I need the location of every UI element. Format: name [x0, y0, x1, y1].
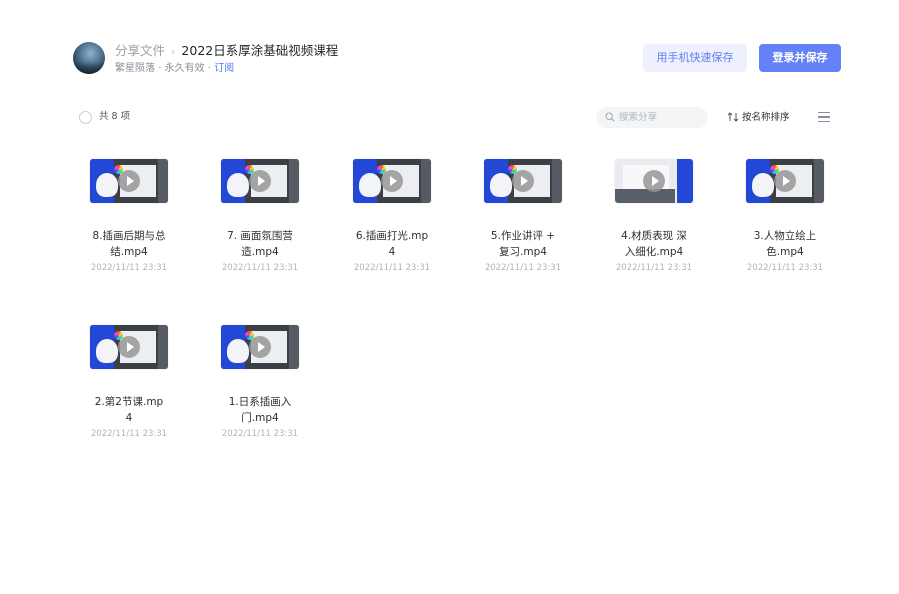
share-header: 分享文件 › 2022日系厚涂基础视频课程 繁星陨落 · 永久有效 · 订阅 用手机… [73, 42, 841, 76]
breadcrumb: 分享文件 › 2022日系厚涂基础视频课程 [115, 42, 338, 60]
owner-name: 繁星陨落 [115, 63, 155, 74]
breadcrumb-root[interactable]: 分享文件 [115, 43, 165, 58]
file-date: 2022/11/11 23:31 [484, 263, 562, 273]
play-icon[interactable] [774, 170, 796, 192]
file-name[interactable]: 6.插画打光.mp4 [337, 228, 447, 260]
file-toolbar: 共 8 项 按名称排序 [79, 107, 830, 129]
file-name[interactable]: 5.作业讲评 + 复习.mp4 [468, 228, 578, 260]
avatar[interactable] [73, 42, 105, 74]
play-icon[interactable] [249, 336, 271, 358]
play-icon[interactable] [643, 170, 665, 192]
video-thumbnail[interactable] [90, 159, 168, 203]
video-thumbnail[interactable] [221, 325, 299, 369]
file-name[interactable]: 1.日系插画入门.mp4 [205, 394, 315, 426]
file-caption: 1.日系插画入门.mp4 2022/11/11 23:31 [205, 394, 315, 442]
video-thumbnail[interactable] [353, 159, 431, 203]
validity-label: 永久有效 [164, 63, 205, 74]
select-all-checkbox[interactable] [79, 111, 92, 124]
subscribe-link[interactable]: 订阅 [214, 63, 234, 74]
sort-label: 按名称排序 [742, 112, 790, 123]
share-meta: 繁星陨落 · 永久有效 · 订阅 [115, 62, 234, 76]
file-date: 2022/11/11 23:31 [221, 429, 299, 439]
item-count: 共 8 项 [99, 111, 131, 122]
file-caption: 3.人物立绘上色.mp4 2022/11/11 23:31 [730, 228, 840, 276]
sort-icon [727, 112, 739, 122]
sort-button[interactable]: 按名称排序 [727, 110, 790, 125]
meta-dot: · [207, 63, 211, 74]
video-thumbnail[interactable] [746, 159, 824, 203]
video-thumbnail[interactable] [615, 159, 693, 203]
video-thumbnail[interactable] [90, 325, 168, 369]
login-save-button[interactable]: 登录并保存 [759, 44, 841, 72]
play-icon[interactable] [381, 170, 403, 192]
search-icon [605, 112, 615, 122]
breadcrumb-separator-icon: › [171, 45, 176, 58]
file-name[interactable]: 7. 画面氛围营造.mp4 [205, 228, 315, 260]
file-name[interactable]: 8.插画后期与总结.mp4 [74, 228, 184, 260]
meta-dot: · [158, 63, 162, 74]
file-name[interactable]: 3.人物立绘上色.mp4 [730, 228, 840, 260]
file-date: 2022/11/11 23:31 [90, 263, 168, 273]
file-caption: 8.插画后期与总结.mp4 2022/11/11 23:31 [74, 228, 184, 276]
file-caption: 4.材质表现 深入细化.mp4 2022/11/11 23:31 [599, 228, 709, 276]
file-caption: 6.插画打光.mp4 2022/11/11 23:31 [337, 228, 447, 276]
page-title: 2022日系厚涂基础视频课程 [181, 43, 339, 58]
phone-save-button[interactable]: 用手机快速保存 [643, 44, 747, 72]
search-input[interactable] [619, 110, 699, 125]
file-caption: 5.作业讲评 + 复习.mp4 2022/11/11 23:31 [468, 228, 578, 276]
search-box[interactable] [596, 107, 708, 128]
file-date: 2022/11/11 23:31 [353, 263, 431, 273]
file-name[interactable]: 2.第2节课.mp4 [74, 394, 184, 426]
video-thumbnail[interactable] [484, 159, 562, 203]
video-thumbnail[interactable] [221, 159, 299, 203]
file-date: 2022/11/11 23:31 [615, 263, 693, 273]
file-date: 2022/11/11 23:31 [90, 429, 168, 439]
play-icon[interactable] [249, 170, 271, 192]
list-view-icon[interactable] [818, 112, 830, 123]
file-caption: 2.第2节课.mp4 2022/11/11 23:31 [74, 394, 184, 442]
file-date: 2022/11/11 23:31 [221, 263, 299, 273]
play-icon[interactable] [118, 170, 140, 192]
play-icon[interactable] [118, 336, 140, 358]
file-name[interactable]: 4.材质表现 深入细化.mp4 [599, 228, 709, 260]
file-date: 2022/11/11 23:31 [746, 263, 824, 273]
play-icon[interactable] [512, 170, 534, 192]
file-caption: 7. 画面氛围营造.mp4 2022/11/11 23:31 [205, 228, 315, 276]
